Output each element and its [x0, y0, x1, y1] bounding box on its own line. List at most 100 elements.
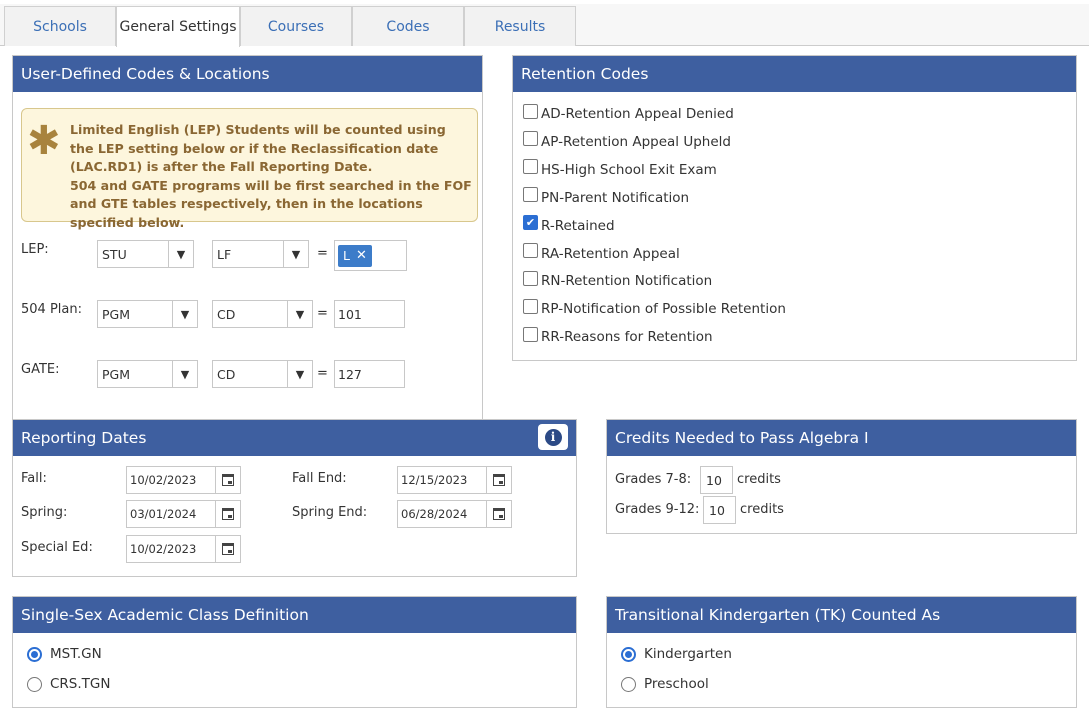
grades-7-8-label: Grades 7-8:: [615, 472, 692, 487]
fall-date-value: 10/02/2023: [130, 473, 197, 487]
checkbox[interactable]: [523, 103, 538, 119]
radio-button[interactable]: [621, 676, 636, 692]
radio-preschool[interactable]: Preschool: [621, 674, 709, 694]
tab-schools[interactable]: Schools: [4, 6, 116, 46]
special-ed-date-value: 10/02/2023: [130, 542, 197, 556]
checkbox[interactable]: [523, 187, 538, 203]
credits-panel: Credits Needed to Pass Algebra I Grades …: [606, 419, 1077, 534]
plan504-label: 504 Plan:: [21, 302, 82, 317]
retention-code-label: RR-Reasons for Retention: [541, 329, 713, 346]
calendar-icon[interactable]: [215, 536, 240, 562]
calendar-icon[interactable]: [215, 467, 240, 493]
lep-field-select[interactable]: LF ▼: [212, 240, 309, 268]
lep-value-input[interactable]: L ✕: [334, 240, 407, 271]
fall-end-date-value: 12/15/2023: [401, 473, 468, 487]
gate-field-select[interactable]: CD ▼: [212, 360, 313, 388]
lep-field-value: LF: [217, 246, 232, 262]
checkbox[interactable]: [523, 243, 538, 258]
retention-code-item[interactable]: AD-Retention Appeal Denied: [523, 103, 734, 125]
plan504-table-value: PGM: [102, 306, 131, 322]
equals-sign: =: [317, 306, 328, 321]
radio-label: Preschool: [644, 676, 709, 692]
calendar-icon[interactable]: [486, 467, 511, 493]
equals-sign: =: [317, 246, 328, 261]
chevron-down-icon[interactable]: ▼: [283, 241, 308, 267]
special-ed-date-input[interactable]: 10/02/2023: [126, 535, 241, 563]
retention-code-item[interactable]: RP-Notification of Possible Retention: [523, 298, 786, 320]
spring-date-input[interactable]: 03/01/2024: [126, 500, 241, 528]
radio-button[interactable]: [621, 646, 636, 662]
checkbox[interactable]: [523, 270, 538, 286]
gate-label: GATE:: [21, 362, 60, 377]
asterisk-icon: ✱: [27, 118, 61, 164]
special-ed-label: Special Ed:: [21, 540, 93, 555]
radio-kindergarten[interactable]: Kindergarten: [621, 644, 732, 664]
radio-button[interactable]: [27, 646, 42, 662]
retention-code-label: RA-Retention Appeal: [541, 245, 680, 262]
plan504-table-select[interactable]: PGM ▼: [97, 300, 198, 328]
spring-end-label: Spring End:: [292, 505, 368, 520]
plan504-value-input[interactable]: 101: [334, 300, 405, 328]
reporting-panel: Reporting Dates i Fall: 10/02/2023 Fall …: [12, 419, 577, 577]
tab-results[interactable]: Results: [464, 6, 576, 46]
fall-label: Fall:: [21, 471, 47, 486]
checkbox[interactable]: [523, 159, 538, 175]
chevron-down-icon[interactable]: ▼: [168, 241, 193, 267]
single-sex-title: Single-Sex Academic Class Definition: [13, 597, 576, 633]
spring-end-date-value: 06/28/2024: [401, 507, 468, 521]
plan504-field-select[interactable]: CD ▼: [212, 300, 313, 328]
radio-crs-tgn[interactable]: CRS.TGN: [27, 674, 110, 694]
retention-code-item[interactable]: HS-High School Exit Exam: [523, 159, 717, 181]
close-icon[interactable]: ✕: [356, 248, 367, 263]
credits-unit: credits: [737, 472, 781, 487]
checkbox[interactable]: ✔: [523, 215, 538, 231]
tab-courses[interactable]: Courses: [240, 6, 352, 46]
retention-code-item[interactable]: PN-Parent Notification: [523, 187, 689, 209]
retention-code-item[interactable]: RN-Retention Notification: [523, 270, 712, 292]
gate-field-value: CD: [217, 366, 236, 382]
notice-text: Limited English (LEP) Students will be c…: [70, 121, 472, 232]
retention-code-item[interactable]: RA-Retention Appeal: [523, 243, 680, 265]
lep-table-select[interactable]: STU ▼: [97, 240, 194, 268]
gate-value-input[interactable]: 127: [334, 360, 405, 388]
chevron-down-icon[interactable]: ▼: [172, 301, 197, 327]
retention-code-item[interactable]: ✔ R-Retained: [523, 215, 615, 237]
gate-table-value: PGM: [102, 366, 131, 382]
fall-end-label: Fall End:: [292, 471, 347, 486]
radio-button[interactable]: [27, 676, 42, 692]
retention-code-label: R-Retained: [541, 217, 615, 234]
lep-notice: ✱ Limited English (LEP) Students will be…: [21, 108, 478, 230]
radio-label: MST.GN: [50, 646, 102, 662]
tab-codes[interactable]: Codes: [352, 6, 464, 46]
tk-title: Transitional Kindergarten (TK) Counted A…: [607, 597, 1076, 633]
calendar-icon[interactable]: [486, 501, 511, 527]
chevron-down-icon[interactable]: ▼: [287, 301, 312, 327]
tab-general-settings[interactable]: General Settings: [116, 6, 240, 47]
udc-panel: User-Defined Codes & Locations ✱ Limited…: [12, 55, 483, 420]
fall-end-date-input[interactable]: 12/15/2023: [397, 466, 512, 494]
radio-mst-gn[interactable]: MST.GN: [27, 644, 102, 664]
single-sex-panel: Single-Sex Academic Class Definition MST…: [12, 596, 577, 708]
chevron-down-icon[interactable]: ▼: [172, 361, 197, 387]
calendar-icon[interactable]: [215, 501, 240, 527]
checkbox[interactable]: [523, 326, 538, 342]
retention-code-item[interactable]: RR-Reasons for Retention: [523, 326, 713, 348]
spring-end-date-input[interactable]: 06/28/2024: [397, 500, 512, 528]
spring-date-value: 03/01/2024: [130, 507, 197, 521]
spring-label: Spring:: [21, 505, 68, 520]
info-button[interactable]: i: [538, 424, 568, 450]
lep-label: LEP:: [21, 242, 49, 257]
chevron-down-icon[interactable]: ▼: [287, 361, 312, 387]
retention-code-label: RN-Retention Notification: [541, 273, 713, 290]
checkbox[interactable]: [523, 298, 538, 314]
fall-date-input[interactable]: 10/02/2023: [126, 466, 241, 494]
checkbox[interactable]: [523, 131, 538, 147]
retention-code-label: AD-Retention Appeal Denied: [541, 106, 734, 122]
gate-table-select[interactable]: PGM ▼: [97, 360, 198, 388]
grades-7-8-input[interactable]: 10: [700, 466, 733, 494]
lep-value-tag[interactable]: L ✕: [338, 244, 372, 267]
plan504-field-value: CD: [217, 306, 236, 322]
grades-9-12-input[interactable]: 10: [703, 496, 736, 524]
retention-code-label: PN-Parent Notification: [541, 189, 690, 206]
retention-code-item[interactable]: AP-Retention Appeal Upheld: [523, 131, 731, 153]
